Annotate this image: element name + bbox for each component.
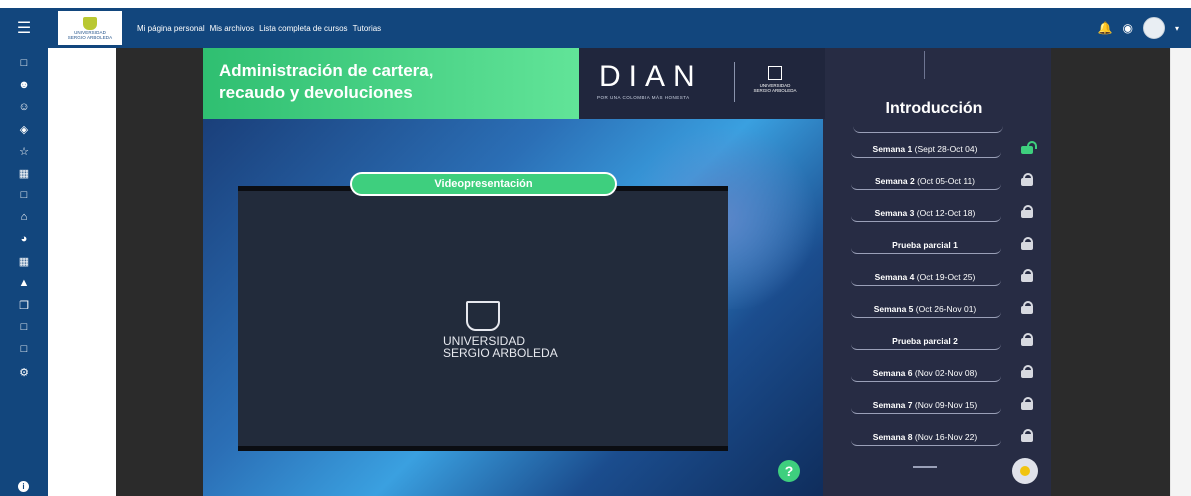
copy-icon[interactable]: ❐	[0, 294, 48, 316]
lock-icon	[1021, 301, 1033, 314]
menu-item-underline	[851, 248, 1001, 254]
lock-icon	[1021, 205, 1033, 218]
chat-icon[interactable]: ◉	[1123, 21, 1133, 35]
usa-mini-line2: SERGIO ARBOLEDA	[753, 88, 797, 93]
navbar: ☰ UNIVERSIDAD SERGIO ARBOLEDA Mi página …	[0, 8, 1191, 48]
user-badge-icon[interactable]: ☺	[0, 96, 48, 118]
course-title-line1: Administración de cartera,	[219, 61, 434, 80]
menu-item-underline	[851, 280, 1001, 286]
help-button[interactable]: ?	[778, 460, 800, 482]
video-logo-line2: SERGIO ARBOLEDA	[443, 346, 558, 360]
lock-icon	[1021, 173, 1033, 186]
video-logo: UNIVERSIDAD SERGIO ARBOLEDA	[443, 301, 558, 360]
calendar-icon[interactable]: ▦	[0, 250, 48, 272]
top-strip	[0, 0, 1191, 8]
logo-separator	[734, 62, 735, 102]
menu-item-underline	[851, 312, 1001, 318]
layers-icon[interactable]: ◈	[0, 118, 48, 140]
lock-icon	[1021, 365, 1033, 378]
video-label[interactable]: Videopresentación	[350, 172, 617, 196]
folder-icon[interactable]: □	[0, 52, 48, 74]
menu-item-underline	[851, 152, 1001, 158]
lock-icon	[1021, 397, 1033, 410]
menu-item-underline	[851, 216, 1001, 222]
nav-link-mis-archivos[interactable]: Mis archivos	[210, 24, 254, 33]
dian-logo: DIAN	[599, 60, 703, 93]
dashboard-icon[interactable]: ◕	[0, 228, 48, 250]
scrollbar[interactable]	[1170, 48, 1191, 496]
lock-icon	[1021, 333, 1033, 346]
course-title-line2: recaudo y devoluciones	[219, 83, 413, 102]
users-icon[interactable]: ☻	[0, 74, 48, 96]
bulb-icon	[1020, 466, 1030, 476]
lock-icon	[1021, 429, 1033, 442]
caret-down-icon[interactable]: ▾	[1175, 24, 1179, 33]
university-shield-icon	[466, 301, 500, 331]
menu-item-underline	[851, 440, 1001, 446]
university-logo[interactable]: UNIVERSIDAD SERGIO ARBOLEDA	[58, 11, 122, 45]
home-icon[interactable]: ⌂	[0, 206, 48, 228]
graduation-cap-icon[interactable]: ▲	[0, 272, 48, 294]
dian-slogan: POR UNA COLOMBIA MÁS HONESTA	[597, 95, 690, 100]
course-banner: Administración de cartera, recaudo y dev…	[203, 48, 598, 119]
nav-link-mi-pagina[interactable]: Mi página personal	[137, 24, 205, 33]
lock-icon	[1021, 237, 1033, 250]
nav-link-tutorias[interactable]: Tutorias	[353, 24, 382, 33]
menu-item-underline	[851, 184, 1001, 190]
lightbulb-gear-icon[interactable]	[1012, 458, 1038, 484]
nav-links: Mi página personal Mis archivos Lista co…	[137, 8, 381, 48]
menu-item-underline	[851, 408, 1001, 414]
menu-item-underline	[851, 344, 1001, 350]
sidebar: □ ☻ ☺ ◈ ☆ ▦ □ ⌂ ◕ ▦ ▲ ❐ □ □ ⚙ i	[0, 48, 48, 496]
shield-icon	[83, 16, 97, 30]
nav-link-lista-cursos[interactable]: Lista completa de cursos	[259, 24, 348, 33]
course-title: Administración de cartera, recaudo y dev…	[219, 60, 433, 104]
decorative-line-top	[924, 51, 925, 79]
decorative-line-bottom	[913, 466, 937, 468]
usa-shield-icon	[768, 66, 782, 80]
star-icon[interactable]: ☆	[0, 140, 48, 162]
bell-icon[interactable]: 🔔	[1098, 21, 1113, 35]
lock-icon	[1021, 269, 1033, 282]
usa-mini-logo: UNIVERSIDAD SERGIO ARBOLEDA	[745, 66, 805, 93]
course-frame: Administración de cartera, recaudo y dev…	[203, 48, 1051, 496]
folder-icon[interactable]: □	[0, 184, 48, 206]
nav-right: 🔔 ◉ ▾	[1098, 8, 1179, 48]
gear-icon[interactable]: ⚙	[0, 361, 48, 383]
intro-underline	[853, 126, 1003, 133]
logos-box: DIAN POR UNA COLOMBIA MÁS HONESTA UNIVER…	[579, 48, 825, 119]
logo-text-line2: SERGIO ARBOLEDA	[67, 34, 113, 40]
menu-item-underline	[851, 376, 1001, 382]
course-menu: Introducción Semana 1 (Sept 28-Oct 04) S…	[825, 48, 1051, 496]
info-icon[interactable]: i	[18, 481, 29, 492]
menu-intro-title[interactable]: Introducción	[869, 100, 999, 118]
book-icon[interactable]: ▦	[0, 162, 48, 184]
avatar[interactable]	[1142, 17, 1165, 39]
folder-icon[interactable]: □	[0, 338, 48, 360]
hamburger-icon[interactable]: ☰	[0, 8, 48, 48]
folder-icon[interactable]: □	[0, 316, 48, 338]
unlocked-icon	[1021, 141, 1037, 154]
video-player[interactable]: UNIVERSIDAD SERGIO ARBOLEDA	[238, 186, 728, 451]
